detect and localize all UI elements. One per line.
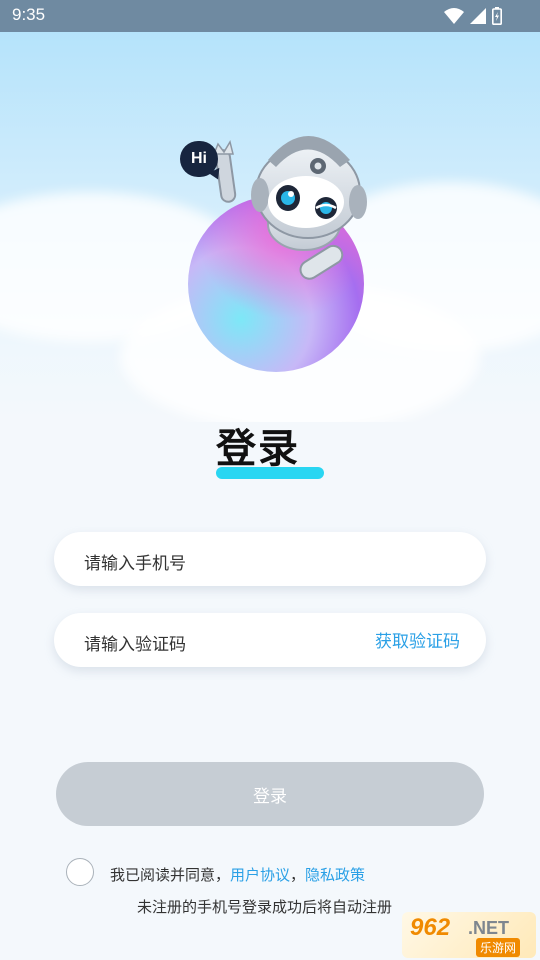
battery-icon [492, 7, 502, 25]
wifi-icon [444, 8, 464, 24]
page-title: 登录 [216, 426, 300, 472]
hero-banner: Hi [0, 32, 540, 422]
verification-code-field: 获取验证码 [54, 613, 486, 667]
status-icons [444, 7, 502, 25]
phone-field [54, 532, 486, 586]
watermark-number: 962 [410, 914, 451, 941]
get-code-button[interactable]: 获取验证码 [375, 627, 460, 652]
cell-signal-icon [470, 8, 486, 24]
user-agreement-link[interactable]: 用户协议 [230, 866, 290, 884]
status-bar: 9:35 [0, 0, 540, 32]
agreement-text: 我已阅读并同意，用户协议，隐私政策 [110, 864, 365, 885]
auto-register-note: 未注册的手机号登录成功后将自动注册 [137, 898, 393, 916]
site-watermark: 962 .NET 乐游网 [402, 912, 536, 958]
privacy-policy-link[interactable]: 隐私政策 [305, 866, 365, 884]
login-button[interactable]: 登录 [56, 762, 484, 826]
watermark-suffix: .NET [468, 918, 510, 938]
agreement-prefix: 我已阅读并同意， [110, 866, 231, 884]
robot-illustration [188, 136, 367, 372]
agreement-separator: ， [290, 866, 306, 884]
watermark-text: 乐游网 [476, 938, 521, 957]
agreement-checkbox[interactable] [66, 858, 94, 886]
status-time: 9:35 [12, 5, 46, 24]
phone-input[interactable] [84, 554, 364, 574]
verification-code-input[interactable] [84, 635, 364, 655]
